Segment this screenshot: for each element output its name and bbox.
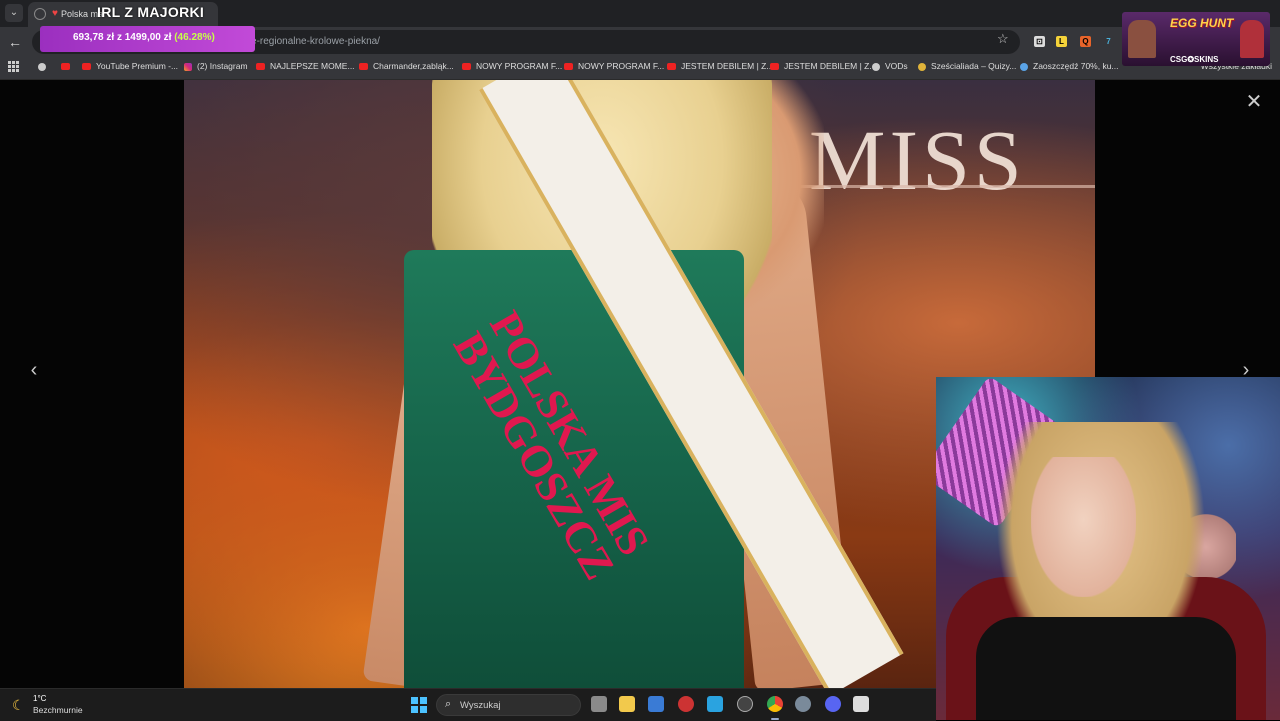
file-explorer-icon[interactable] <box>619 696 635 712</box>
bookmark-item[interactable]: (2) Instagram <box>184 61 248 71</box>
donation-amount: 693,78 zł z 1499,00 zł (46.28%) <box>73 32 215 43</box>
heart-icon: ♥ <box>52 8 58 19</box>
windows-start-icon[interactable] <box>411 697 427 713</box>
back-arrow-icon[interactable]: ← <box>8 34 22 50</box>
apps-grid-icon[interactable] <box>8 61 19 72</box>
store-icon[interactable] <box>648 696 664 712</box>
app-icon[interactable] <box>678 696 694 712</box>
settings-gear-icon[interactable] <box>795 696 811 712</box>
youtube-icon <box>564 63 573 71</box>
overlay-figure <box>1240 20 1264 58</box>
previous-image-button[interactable]: ‹ <box>24 360 44 380</box>
discord-icon[interactable] <box>825 696 841 712</box>
bookmarks-bar: YouTube Premium -... (2) Instagram NAJLE… <box>0 57 1280 80</box>
bookmark-item[interactable]: JESTEM DEBILEM | Z... <box>667 61 773 71</box>
bookmark-item[interactable]: NOWY PROGRAM F... <box>564 61 664 71</box>
bookmark-item[interactable]: NAJLEPSZE MOME... <box>256 61 355 71</box>
bookmark-item[interactable]: NOWY PROGRAM F... <box>462 61 562 71</box>
globe-icon <box>34 8 46 20</box>
youtube-icon[interactable] <box>61 61 75 71</box>
youtube-icon <box>462 63 471 71</box>
overlay-figure <box>1128 20 1156 58</box>
task-view-icon[interactable] <box>591 696 607 712</box>
github-icon[interactable] <box>38 61 51 71</box>
close-icon[interactable]: ✕ <box>1244 92 1264 112</box>
bookmark-item[interactable]: Sześcialiada – Quizy... <box>918 61 1016 71</box>
bookmark-item[interactable]: VODs <box>872 61 908 71</box>
search-placeholder: Wyszukaj <box>460 700 501 711</box>
bookmark-item[interactable]: Zaoszczędź 70%, ku... <box>1020 61 1119 71</box>
instagram-icon <box>184 62 192 71</box>
app-icon[interactable] <box>853 696 869 712</box>
bookmark-item[interactable]: YouTube Premium -... <box>82 61 178 71</box>
webcam-streamer-face <box>1031 457 1136 597</box>
donation-goal-bar: 693,78 zł z 1499,00 zł (46.28%) <box>40 26 255 52</box>
search-icon: ⌕ <box>445 698 452 710</box>
youtube-icon <box>256 63 265 71</box>
stream-title: IRL Z MAJORKI <box>97 4 205 20</box>
youtube-icon <box>359 63 368 71</box>
app-icon[interactable] <box>737 696 753 712</box>
extension-icon[interactable]: L <box>1056 36 1067 47</box>
steam-icon <box>1020 62 1028 71</box>
extension-icon[interactable]: Q <box>1080 36 1091 47</box>
youtube-icon <box>667 63 676 71</box>
app-icon[interactable] <box>707 696 723 712</box>
moon-weather-icon[interactable]: ☾ <box>12 697 25 714</box>
windows-taskbar: ☾ 1°C Bezchmurnie ⌕ Wyszukaj <box>0 688 936 721</box>
webcam-feed <box>936 377 1280 720</box>
extension-icon[interactable]: ⊡ <box>1034 36 1045 47</box>
bookmark-star-icon[interactable]: ☆ <box>997 31 1009 47</box>
youtube-icon <box>82 63 91 71</box>
url-text: woje-regionalne-krolowe-piekna/ <box>236 36 380 47</box>
taskbar-search[interactable]: ⌕ Wyszukaj <box>436 694 581 716</box>
chrome-icon[interactable] <box>767 696 783 712</box>
backdrop-line <box>784 185 1095 188</box>
bookmark-item[interactable]: Charmander,zabląk... <box>359 61 454 71</box>
backdrop-miss-text: MISS <box>809 112 1026 208</box>
bookmark-item[interactable]: JESTEM DEBILEM | Z... <box>770 61 876 71</box>
weather-temperature: 1°C <box>33 694 47 703</box>
weather-description: Bezchmurnie <box>33 705 83 715</box>
egg-hunt-title: EGG HUNT <box>1170 16 1234 30</box>
sponsor-overlay: EGG HUNT CSG✪SKINS <box>1122 12 1270 66</box>
tab-search-button[interactable]: ⌄ <box>5 4 23 22</box>
sponsor-logo: CSG✪SKINS <box>1170 55 1219 64</box>
globe-icon <box>872 62 880 71</box>
youtube-icon <box>770 63 779 71</box>
extension-icon[interactable]: 7 <box>1103 36 1114 47</box>
award-icon <box>918 62 926 71</box>
webcam-streamer-body <box>976 617 1236 720</box>
